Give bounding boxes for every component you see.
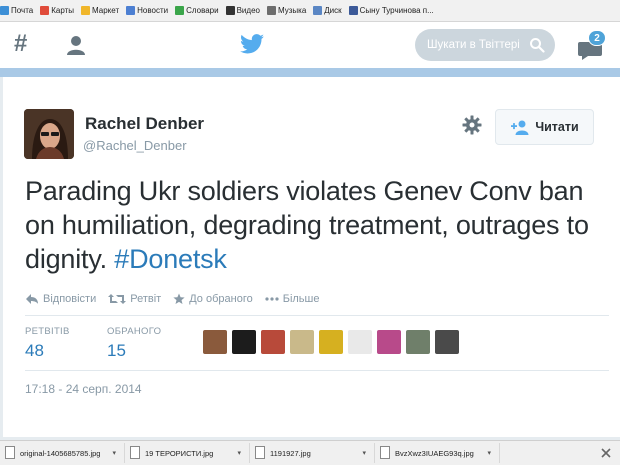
bookmark-market[interactable]: Маркет [81, 6, 119, 15]
news-icon [126, 6, 136, 15]
retweet-button[interactable]: Ретвіт [108, 293, 161, 305]
tweet-actions: Відповісти Ретвіт До обраного Більше [25, 291, 331, 307]
favorite-button[interactable]: До обраного [173, 293, 253, 305]
reply-icon [26, 294, 38, 304]
file-icon [130, 446, 140, 459]
author-name[interactable]: Rachel Denber [85, 114, 204, 134]
messages-badge: 2 [588, 30, 606, 46]
dictionaries-icon [175, 6, 185, 15]
bookmark-facebook[interactable]: Сыну Турчинова п... [348, 6, 434, 15]
tweet-timestamp[interactable]: 17:18 - 24 серп. 2014 [25, 382, 142, 396]
tweet-stats: РЕТВІТІВ 48 ОБРАНОГО 15 [25, 315, 609, 371]
mail-icon [0, 6, 9, 15]
twitter-topbar: # Шукати в Твіттері 2 [0, 22, 620, 68]
follow-label: Читати [535, 120, 579, 134]
download-item[interactable]: 1191927.jpg ▾ [250, 443, 375, 463]
avatar[interactable] [348, 330, 372, 354]
bookmarks-bar: Почта Карты Маркет Новости Словари Видео… [0, 0, 620, 22]
direct-messages-button[interactable]: 2 [578, 30, 608, 60]
search-box[interactable]: Шукати в Твіттері [415, 29, 555, 61]
retweets-stat[interactable]: РЕТВІТІВ 48 [25, 326, 70, 361]
reply-button[interactable]: Відповісти [25, 293, 96, 305]
retweets-count: 48 [25, 341, 44, 360]
avatar-image [24, 109, 74, 159]
search-placeholder: Шукати в Твіттері [427, 39, 520, 51]
avatar[interactable] [261, 330, 285, 354]
avatar[interactable] [319, 330, 343, 354]
chevron-down-icon[interactable]: ▾ [362, 449, 366, 457]
bookmark-music[interactable]: Музыка [266, 6, 306, 15]
favoriter-avatars [203, 330, 464, 354]
video-icon [225, 6, 235, 15]
avatar[interactable] [406, 330, 430, 354]
chevron-down-icon[interactable]: ▾ [487, 449, 491, 457]
profile-icon[interactable] [66, 35, 86, 55]
download-item[interactable]: BvzXwz3IUAEG93q.jpg ▾ [375, 443, 500, 463]
avatar[interactable] [435, 330, 459, 354]
retweets-label: РЕТВІТІВ [25, 326, 70, 337]
avatar[interactable] [203, 330, 227, 354]
bookmark-video[interactable]: Видео [225, 6, 260, 15]
star-icon [173, 293, 185, 304]
profile-header-strip [0, 68, 620, 77]
avatar[interactable] [377, 330, 401, 354]
more-button[interactable]: Більше [265, 293, 319, 305]
tweet-card: Rachel Denber @Rachel_Denber Читати Para… [3, 77, 620, 437]
file-icon [5, 446, 15, 459]
follow-button[interactable]: Читати [495, 109, 594, 145]
retweet-icon [108, 294, 127, 304]
bookmark-maps[interactable]: Карты [40, 6, 74, 15]
file-icon [380, 446, 390, 459]
file-icon [255, 446, 265, 459]
author-handle[interactable]: @Rachel_Denber [83, 138, 187, 153]
facebook-icon [348, 6, 358, 15]
bookmark-news[interactable]: Новости [126, 6, 168, 15]
avatar[interactable] [232, 330, 256, 354]
tweet-text: Parading Ukr soldiers violates Genev Con… [25, 174, 605, 276]
downloads-bar: original-1405685785.jpg ▾ 19 ТЕРОРИСТИ.jp… [0, 440, 620, 465]
bookmark-disk[interactable]: Диск [313, 6, 342, 15]
search-icon[interactable] [529, 37, 545, 53]
favorites-label: ОБРАНОГО [107, 326, 162, 337]
more-dots-icon [265, 297, 279, 301]
close-icon[interactable] [600, 447, 612, 459]
tweet-body: Parading Ukr soldiers violates Genev Con… [25, 176, 589, 274]
chevron-down-icon[interactable]: ▾ [112, 449, 116, 457]
download-item[interactable]: 19 ТЕРОРИСТИ.jpg ▾ [125, 443, 250, 463]
maps-icon [40, 6, 50, 15]
hashtag-icon[interactable]: # [14, 32, 36, 56]
add-user-icon [511, 120, 529, 135]
gear-icon[interactable] [462, 115, 482, 135]
chevron-down-icon[interactable]: ▾ [237, 449, 241, 457]
favorites-stat[interactable]: ОБРАНОГО 15 [107, 326, 161, 361]
avatar[interactable] [290, 330, 314, 354]
disk-icon [313, 6, 323, 15]
twitter-bird-icon[interactable] [240, 34, 264, 54]
market-icon [81, 6, 91, 15]
avatar[interactable] [24, 109, 74, 159]
music-icon [266, 6, 276, 15]
bookmark-mail[interactable]: Почта [0, 6, 33, 15]
favorites-count: 15 [107, 341, 126, 360]
download-item[interactable]: original-1405685785.jpg ▾ [0, 443, 125, 463]
bookmark-dictionaries[interactable]: Словари [175, 6, 219, 15]
hashtag-link[interactable]: #Donetsk [114, 244, 227, 274]
